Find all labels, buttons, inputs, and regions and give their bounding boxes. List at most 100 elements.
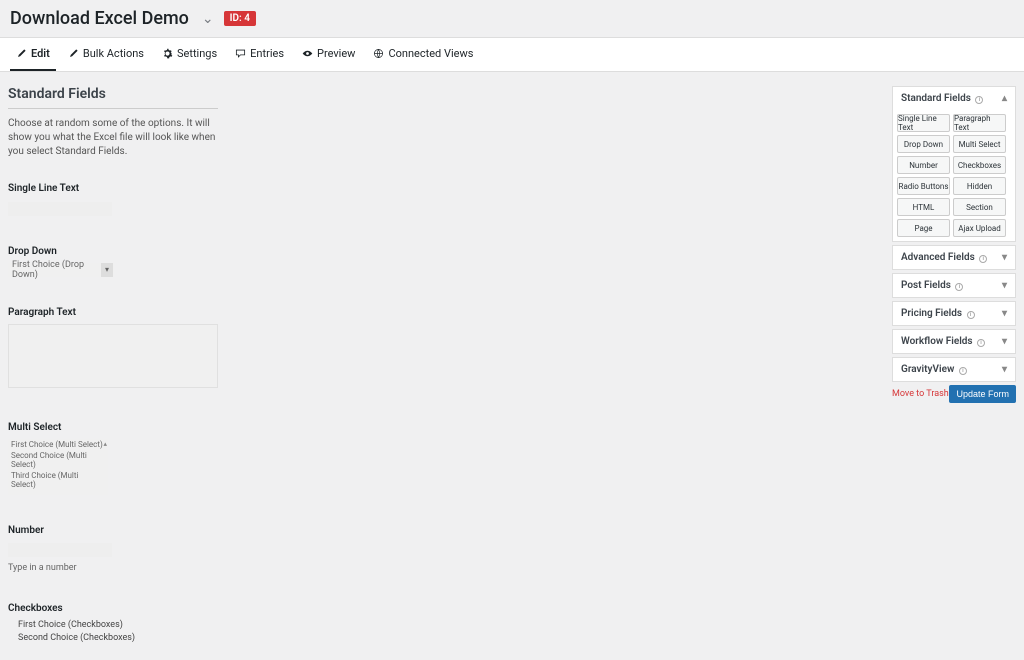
tab-connected-views[interactable]: Connected Views <box>367 38 479 71</box>
panel-title: Workflow Fields <box>901 336 973 347</box>
field-paragraph-text[interactable]: Paragraph Text <box>8 307 876 392</box>
sidebar: Standard Fields i ▴ Single Line Text Par… <box>892 86 1016 646</box>
checkbox-option[interactable]: Second Choice (Checkboxes) <box>18 633 876 643</box>
expand-icon[interactable]: ▾ <box>1002 308 1007 319</box>
globe-icon <box>373 48 384 59</box>
pencil-icon <box>68 48 79 59</box>
dropdown-selected: First Choice (Drop Down) <box>12 260 110 280</box>
main-content: Standard Fields Choose at random some of… <box>0 72 1024 660</box>
tab-edit[interactable]: Edit <box>10 38 56 71</box>
panel-post-fields: Post Fields i ▾ <box>892 273 1016 298</box>
panel-advanced-fields: Advanced Fields i ▾ <box>892 245 1016 270</box>
expand-icon[interactable]: ▾ <box>1002 364 1007 375</box>
tab-bulk-actions[interactable]: Bulk Actions <box>62 38 150 71</box>
field-single-line-text[interactable]: Single Line Text <box>8 183 876 216</box>
form-editor: Standard Fields Choose at random some of… <box>8 86 876 646</box>
panel-standard-fields: Standard Fields i ▴ Single Line Text Par… <box>892 86 1016 242</box>
expand-icon[interactable]: ▾ <box>1002 252 1007 263</box>
info-icon[interactable]: i <box>977 339 985 347</box>
add-field-radio-buttons[interactable]: Radio Buttons <box>897 177 950 195</box>
multiselect-option[interactable]: Third Choice (Multi Select) <box>8 470 108 490</box>
number-input[interactable] <box>8 543 112 557</box>
panel-workflow-fields: Workflow Fields i ▾ <box>892 329 1016 354</box>
add-field-checkboxes[interactable]: Checkboxes <box>953 156 1006 174</box>
panel-header[interactable]: Workflow Fields i ▾ <box>893 330 1015 353</box>
info-icon[interactable]: i <box>967 311 975 319</box>
add-field-section[interactable]: Section <box>953 198 1006 216</box>
add-field-drop-down[interactable]: Drop Down <box>897 135 950 153</box>
tab-entries[interactable]: Entries <box>229 38 290 71</box>
info-icon[interactable]: i <box>975 96 983 104</box>
panel-header[interactable]: GravityView i ▾ <box>893 358 1015 381</box>
panel-body: Single Line Text Paragraph Text Drop Dow… <box>893 110 1015 241</box>
single-line-input[interactable] <box>8 202 112 216</box>
tabs-bar: Edit Bulk Actions Settings Entries Previ… <box>0 37 1024 72</box>
field-checkboxes[interactable]: Checkboxes First Choice (Checkboxes) Sec… <box>8 603 876 643</box>
add-field-page[interactable]: Page <box>897 219 950 237</box>
field-label: Multi Select <box>8 422 876 433</box>
scroll-arrow-icon: ▴ <box>103 440 107 448</box>
collapse-icon[interactable]: ▴ <box>1002 93 1007 104</box>
field-number[interactable]: Number Type in a number <box>8 525 876 574</box>
chevron-down-icon[interactable]: ⌄ <box>202 11 214 27</box>
panel-title: Advanced Fields <box>901 252 975 263</box>
tab-preview[interactable]: Preview <box>296 38 361 71</box>
field-multi-select[interactable]: Multi Select ▴ First Choice (Multi Selec… <box>8 422 876 495</box>
add-field-html[interactable]: HTML <box>897 198 950 216</box>
panel-header[interactable]: Pricing Fields i ▾ <box>893 302 1015 325</box>
field-hint: Type in a number <box>8 563 876 573</box>
expand-icon[interactable]: ▾ <box>1002 336 1007 347</box>
add-field-hidden[interactable]: Hidden <box>953 177 1006 195</box>
id-badge: ID: 4 <box>224 11 256 26</box>
form-description: Choose at random some of the options. It… <box>8 117 218 159</box>
field-label: Number <box>8 525 876 536</box>
page-title: Download Excel Demo <box>10 8 189 29</box>
panel-header[interactable]: Standard Fields i ▴ <box>893 87 1015 110</box>
multiselect-option[interactable]: Second Choice (Multi Select) <box>8 450 108 470</box>
checkbox-option[interactable]: First Choice (Checkboxes) <box>18 620 876 630</box>
tab-label: Preview <box>317 47 355 60</box>
tab-label: Edit <box>31 47 50 60</box>
field-label: Paragraph Text <box>8 307 876 318</box>
field-drop-down[interactable]: Drop Down First Choice (Drop Down) ▾ <box>8 246 876 277</box>
multiselect-input[interactable]: ▴ First Choice (Multi Select) Second Cho… <box>8 439 108 495</box>
field-label: Checkboxes <box>8 603 876 614</box>
tab-label: Bulk Actions <box>83 47 144 60</box>
tab-label: Settings <box>177 47 217 60</box>
move-to-trash-link[interactable]: Move to Trash <box>892 389 949 399</box>
tab-settings[interactable]: Settings <box>156 38 223 71</box>
add-field-single-line-text[interactable]: Single Line Text <box>897 114 950 132</box>
add-field-multi-select[interactable]: Multi Select <box>953 135 1006 153</box>
dropdown-input[interactable]: First Choice (Drop Down) <box>8 263 114 277</box>
panel-header[interactable]: Post Fields i ▾ <box>893 274 1015 297</box>
panel-pricing-fields: Pricing Fields i ▾ <box>892 301 1016 326</box>
speech-bubble-icon <box>235 48 246 59</box>
sidebar-actions: Move to Trash Update Form <box>892 385 1016 403</box>
page-header: Download Excel Demo ⌄ ID: 4 <box>0 0 1024 37</box>
tab-label: Entries <box>250 47 284 60</box>
panel-title: GravityView <box>901 364 954 375</box>
panel-title: Standard Fields <box>901 93 971 104</box>
add-field-ajax-upload[interactable]: Ajax Upload <box>953 219 1006 237</box>
chevron-down-icon: ▾ <box>101 263 113 277</box>
gear-icon <box>162 48 173 59</box>
panel-title: Pricing Fields <box>901 308 962 319</box>
info-icon[interactable]: i <box>979 255 987 263</box>
add-field-number[interactable]: Number <box>897 156 950 174</box>
multiselect-option[interactable]: First Choice (Multi Select) <box>8 439 108 450</box>
panel-title: Post Fields <box>901 280 951 291</box>
panel-gravityview: GravityView i ▾ <box>892 357 1016 382</box>
expand-icon[interactable]: ▾ <box>1002 280 1007 291</box>
paragraph-textarea[interactable] <box>8 324 218 388</box>
tab-label: Connected Views <box>388 47 473 60</box>
add-field-paragraph-text[interactable]: Paragraph Text <box>953 114 1006 132</box>
update-form-button[interactable]: Update Form <box>949 385 1016 403</box>
pencil-icon <box>16 48 27 59</box>
form-heading: Standard Fields <box>8 86 218 109</box>
panel-header[interactable]: Advanced Fields i ▾ <box>893 246 1015 269</box>
info-icon[interactable]: i <box>959 367 967 375</box>
field-label: Single Line Text <box>8 183 876 194</box>
info-icon[interactable]: i <box>955 283 963 291</box>
eye-icon <box>302 48 313 59</box>
field-label: Drop Down <box>8 246 876 257</box>
